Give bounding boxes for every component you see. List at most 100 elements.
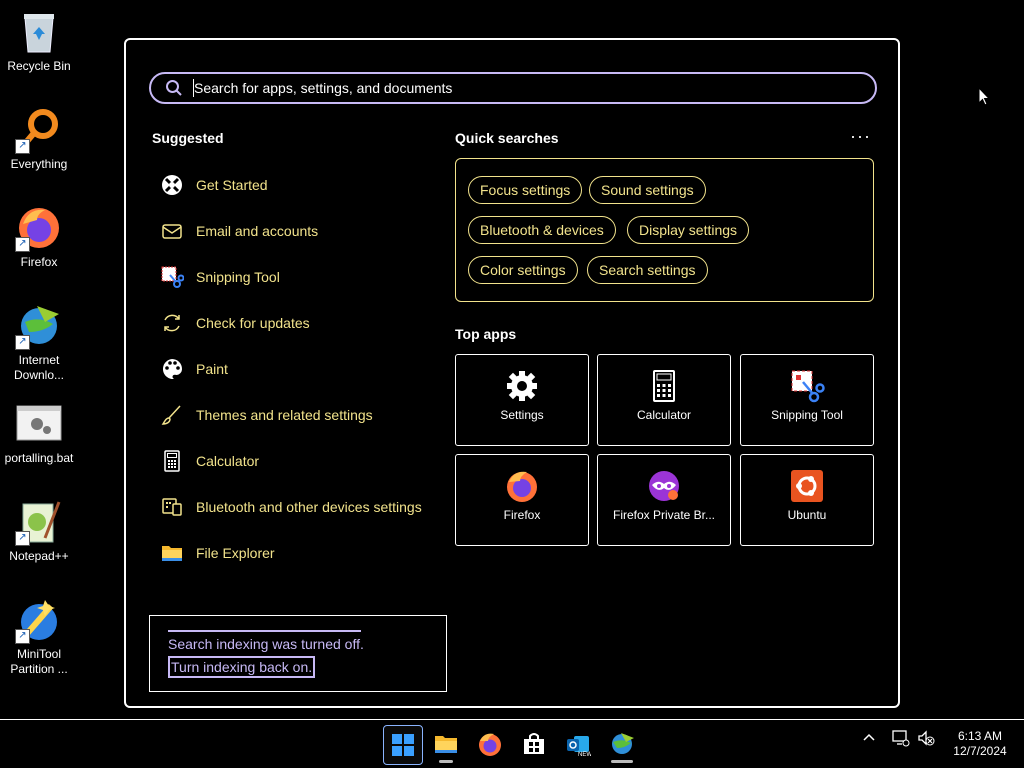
mouse-pointer-icon — [978, 86, 991, 112]
taskbar-internet-download-manager[interactable] — [603, 725, 641, 763]
suggested-item-file-explorer[interactable]: File Explorer — [152, 530, 442, 576]
chip-color-settings[interactable]: Color settings — [468, 256, 578, 284]
devices-icon — [162, 498, 182, 516]
top-app-firefox[interactable]: Firefox — [455, 454, 589, 546]
gear-icon — [507, 371, 537, 401]
more-options-icon[interactable]: ··· — [850, 126, 871, 147]
suggested-item-label: Email and accounts — [196, 223, 319, 239]
snipping-tool-icon — [161, 266, 184, 288]
top-app-label: Snipping Tool — [771, 408, 843, 422]
desktop-icon-internet-download-manager[interactable]: ↗ Internet Downlo... — [0, 302, 78, 383]
shortcut-arrow-icon: ↗ — [15, 629, 30, 644]
desktop-icon-label: Everything — [10, 157, 68, 171]
network-status[interactable] — [890, 728, 910, 753]
taskbar: NEW 6:13 AM 12/7/2024 — [0, 719, 1024, 768]
clock-time: 6:13 AM — [957, 729, 1003, 743]
indexing-message: Search indexing was turned off. — [168, 636, 364, 652]
clock-date: 12/7/2024 — [953, 744, 1007, 758]
refresh-icon — [164, 314, 180, 332]
running-indicator — [611, 760, 633, 763]
taskbar-outlook[interactable]: NEW — [559, 725, 597, 763]
top-app-settings[interactable]: Settings — [455, 354, 589, 446]
network-icon — [892, 730, 910, 747]
notepad-plus-plus-icon: ↗ — [15, 498, 63, 546]
folder-icon — [162, 546, 182, 561]
show-hidden-icons-button[interactable] — [860, 728, 878, 753]
top-app-label: Firefox — [503, 508, 541, 522]
everything-search-icon: ↗ — [15, 106, 63, 154]
search-placeholder: Search for apps, settings, and documents — [194, 80, 453, 96]
running-indicator — [439, 760, 453, 763]
paint-palette-icon — [162, 359, 182, 380]
notice-divider — [168, 630, 361, 632]
quick-searches-panel: Focus settings Sound settings Bluetooth … — [455, 158, 874, 302]
suggested-item-get-started[interactable]: Get Started — [152, 162, 442, 208]
internet-download-manager-icon — [612, 733, 634, 754]
recycle-bin-icon — [15, 8, 63, 56]
firefox-private-icon — [649, 471, 679, 501]
system-clock[interactable]: 6:13 AM 12/7/2024 — [946, 729, 1014, 759]
search-panel: Search for apps, settings, and documents… — [124, 38, 900, 708]
desktop-icon-label: Notepad++ — [9, 549, 69, 563]
suggested-item-label: Bluetooth and other devices settings — [196, 499, 422, 515]
desktop-icon-label: MiniTool Partition ... — [10, 647, 68, 676]
calculator-icon — [164, 450, 180, 472]
suggested-item-check-updates[interactable]: Check for updates — [152, 300, 442, 346]
chip-search-settings[interactable]: Search settings — [587, 256, 708, 284]
shortcut-arrow-icon: ↗ — [15, 237, 30, 252]
search-icon — [165, 79, 183, 97]
suggested-item-calculator[interactable]: Calculator — [152, 438, 442, 484]
suggested-item-snipping-tool[interactable]: Snipping Tool — [152, 254, 442, 300]
internet-download-manager-icon: ↗ — [15, 302, 63, 350]
firefox-icon — [479, 733, 501, 756]
volume-status[interactable] — [916, 728, 936, 753]
suggested-heading: Suggested — [152, 130, 224, 146]
shortcut-arrow-icon: ↗ — [15, 139, 30, 154]
shortcut-arrow-icon: ↗ — [15, 335, 30, 350]
chip-bluetooth-devices[interactable]: Bluetooth & devices — [468, 216, 616, 244]
start-icon — [392, 734, 414, 756]
desktop-icon-recycle-bin[interactable]: Recycle Bin — [0, 8, 78, 74]
chip-display-settings[interactable]: Display settings — [627, 216, 750, 244]
suggested-list: Get Started Email and accounts Snipping … — [152, 162, 442, 576]
suggested-item-label: Get Started — [196, 177, 268, 193]
suggested-item-label: File Explorer — [196, 545, 275, 561]
top-app-label: Firefox Private Br... — [612, 508, 716, 522]
desktop-icon-everything[interactable]: ↗ Everything — [0, 106, 78, 172]
indexing-notice: Search indexing was turned off. Turn ind… — [149, 615, 447, 692]
suggested-item-email-accounts[interactable]: Email and accounts — [152, 208, 442, 254]
search-input[interactable]: Search for apps, settings, and documents — [149, 72, 877, 104]
top-app-firefox-private[interactable]: Firefox Private Br... — [597, 454, 731, 546]
top-app-calculator[interactable]: Calculator — [597, 354, 731, 446]
top-app-label: Ubuntu — [787, 508, 827, 522]
chip-focus-settings[interactable]: Focus settings — [468, 176, 583, 204]
ubuntu-icon — [791, 470, 823, 502]
get-started-icon — [162, 175, 182, 195]
firefox-icon: ↗ — [15, 204, 63, 252]
taskbar-microsoft-store[interactable] — [515, 725, 553, 763]
snipping-tool-icon — [791, 370, 825, 403]
desktop-icon-notepad-plus-plus[interactable]: ↗ Notepad++ — [0, 498, 78, 564]
desktop-icon-firefox[interactable]: ↗ Firefox — [0, 204, 78, 270]
suggested-item-paint[interactable]: Paint — [152, 346, 442, 392]
desktop-icon-label: portalling.bat — [4, 451, 74, 465]
top-app-snipping-tool[interactable]: Snipping Tool — [740, 354, 874, 446]
chip-sound-settings[interactable]: Sound settings — [589, 176, 706, 204]
file-explorer-icon — [435, 736, 457, 753]
desktop-icon-label: Internet Downlo... — [13, 353, 65, 382]
volume-muted-icon — [918, 730, 935, 746]
taskbar-firefox[interactable] — [471, 725, 509, 763]
suggested-item-bluetooth-devices[interactable]: Bluetooth and other devices settings — [152, 484, 442, 530]
suggested-item-label: Calculator — [196, 453, 260, 469]
desktop-icon-portalling-bat[interactable]: portalling.bat — [0, 400, 78, 466]
suggested-item-themes[interactable]: Themes and related settings — [152, 392, 442, 438]
top-app-ubuntu[interactable]: Ubuntu — [740, 454, 874, 546]
desktop-icon-minitool-partition[interactable]: ↗ MiniTool Partition ... — [0, 596, 78, 677]
top-app-label: Calculator — [636, 408, 692, 422]
taskbar-file-explorer[interactable] — [427, 725, 465, 763]
chevron-up-icon — [863, 733, 875, 741]
suggested-item-label: Snipping Tool — [196, 269, 280, 285]
batch-file-icon — [15, 400, 63, 448]
start-button[interactable] — [383, 725, 423, 765]
turn-indexing-on-link[interactable]: Turn indexing back on. — [168, 656, 316, 678]
